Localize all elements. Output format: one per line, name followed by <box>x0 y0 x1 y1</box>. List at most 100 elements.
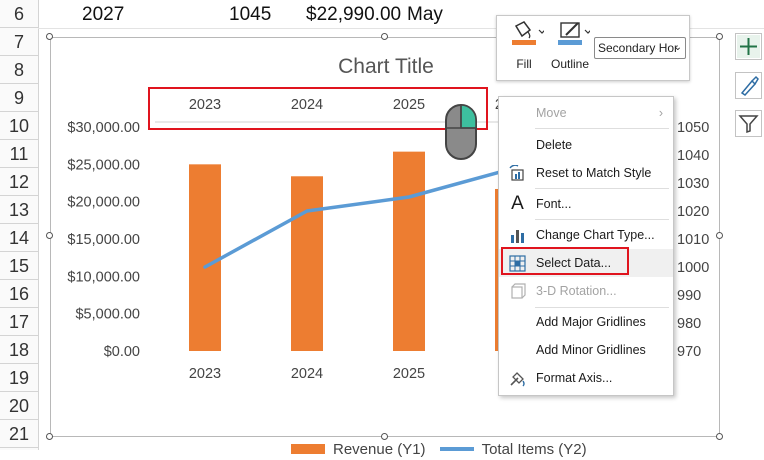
menu-separator <box>535 128 669 129</box>
menu-item-major-gridlines-label: Add Major Gridlines <box>536 315 646 329</box>
menu-item-font[interactable]: A Font... <box>499 190 673 218</box>
menu-item-select-data[interactable]: Select Data... <box>499 249 673 277</box>
legend-revenue-label: Revenue (Y1) <box>333 440 426 458</box>
legend-items-label: Total Items (Y2) <box>481 440 587 458</box>
menu-item-minor-gridlines-label: Add Minor Gridlines <box>536 343 646 357</box>
menu-separator <box>535 188 669 189</box>
y2-tick-label: 1050 <box>677 120 709 136</box>
resize-handle-bottom-right[interactable] <box>716 433 723 440</box>
legend-line-swatch <box>439 447 474 451</box>
row-headers: 6 7 8 9 10 11 12 13 14 15 16 17 18 19 20… <box>0 0 39 450</box>
fill-label: Fill <box>516 57 532 71</box>
y2-tick-label: 1010 <box>677 232 709 248</box>
y1-tick-label: $15,000.00 <box>67 232 140 248</box>
row-header-12[interactable]: 12 <box>0 168 38 196</box>
secondary-axis-tick-label: 2023 <box>189 97 221 113</box>
chart-styles-icon <box>740 75 759 96</box>
row-header-8[interactable]: 8 <box>0 56 38 84</box>
chart-styles-button[interactable] <box>735 72 762 99</box>
row-header-6[interactable]: 6 <box>0 0 38 28</box>
chart-legend[interactable]: Revenue (Y1) Total Items (Y2) <box>291 438 587 460</box>
outline-label: Outline <box>550 57 590 71</box>
menu-item-reset-style-label: Reset to Match Style <box>536 166 652 180</box>
select-data-icon <box>509 255 526 272</box>
menu-item-3d-rotation[interactable]: 3-D Rotation... <box>499 277 673 305</box>
menu-item-3d-rotation-label: 3-D Rotation... <box>536 284 617 298</box>
chart-filters-button[interactable] <box>735 110 762 137</box>
revenue-bar <box>393 151 425 351</box>
resize-handle-top[interactable] <box>381 33 388 40</box>
resize-handle-top-left[interactable] <box>46 33 53 40</box>
chart-elements-icon <box>737 35 760 58</box>
row-header-9[interactable]: 9 <box>0 84 38 112</box>
secondary-axis-tick-label: 2025 <box>393 97 425 113</box>
y1-tick-label: $25,000.00 <box>67 157 140 173</box>
y2-tick-label: 1000 <box>677 260 709 276</box>
total-items-line <box>203 167 513 269</box>
resize-handle-bottom-left[interactable] <box>46 433 53 440</box>
row-header-19[interactable]: 19 <box>0 364 38 392</box>
y2-tick-label: 1040 <box>677 148 709 164</box>
chart-elements-button[interactable] <box>735 33 762 60</box>
row-header-13[interactable]: 13 <box>0 196 38 224</box>
row-header-14[interactable]: 14 <box>0 224 38 252</box>
menu-item-change-chart-type-label: Change Chart Type... <box>536 228 655 242</box>
font-icon: A <box>511 193 524 214</box>
menu-item-minor-gridlines[interactable]: Add Minor Gridlines <box>499 336 673 364</box>
menu-item-move[interactable]: Move › <box>499 99 673 127</box>
row-header-20[interactable]: 20 <box>0 392 38 420</box>
y2-tick-label: 980 <box>677 316 701 332</box>
row-header-16[interactable]: 16 <box>0 280 38 308</box>
menu-item-major-gridlines[interactable]: Add Major Gridlines <box>499 308 673 336</box>
chart-title: Chart Title <box>338 55 434 78</box>
cell-month[interactable]: May <box>407 0 443 30</box>
x-tick-label: 2023 <box>189 366 221 382</box>
mouse-icon <box>445 104 477 160</box>
rotation-icon <box>511 283 526 299</box>
row-header-18[interactable]: 18 <box>0 336 38 364</box>
y1-tick-label: $5,000.00 <box>75 307 140 323</box>
cell-revenue[interactable]: $22,990.00 <box>306 0 401 30</box>
resize-handle-top-right[interactable] <box>716 33 723 40</box>
mini-toolbar: Fill Outline Secondary Hor ⌄ <box>496 15 690 81</box>
menu-item-delete[interactable]: Delete <box>499 131 673 159</box>
revenue-bar <box>189 164 221 351</box>
outline-button[interactable]: Outline <box>547 20 593 78</box>
chart-filters-icon <box>738 115 759 134</box>
y1-tick-label: $30,000.00 <box>67 120 140 136</box>
menu-item-format-axis[interactable]: Format Axis... <box>499 364 673 392</box>
row-header-10[interactable]: 10 <box>0 112 38 140</box>
x-tick-label: 2024 <box>291 366 323 382</box>
row-header-11[interactable]: 11 <box>0 140 38 168</box>
legend-bar-swatch <box>291 444 325 454</box>
y2-tick-label: 970 <box>677 344 701 360</box>
menu-item-delete-label: Delete <box>536 138 573 152</box>
menu-item-reset-style[interactable]: Reset to Match Style <box>499 159 673 187</box>
row-header-7[interactable]: 7 <box>0 28 38 56</box>
y2-tick-label: 990 <box>677 288 701 304</box>
reset-style-icon <box>509 165 524 181</box>
menu-item-format-axis-label: Format Axis... <box>536 371 613 385</box>
chart-element-select[interactable]: Secondary Hor ⌄ <box>594 37 686 59</box>
menu-separator <box>535 219 669 220</box>
context-menu: Move › Delete Reset to Match Style A Fon… <box>498 96 674 396</box>
menu-item-select-data-label: Select Data... <box>536 256 612 270</box>
revenue-bar <box>291 176 323 351</box>
y1-tick-label: $10,000.00 <box>67 269 140 285</box>
x-tick-label: 2025 <box>393 366 425 382</box>
resize-handle-right[interactable] <box>716 232 723 239</box>
row-header-17[interactable]: 17 <box>0 308 38 336</box>
menu-item-move-label: Move <box>536 106 567 120</box>
resize-handle-bottom[interactable] <box>381 433 388 440</box>
row-header-15[interactable]: 15 <box>0 252 38 280</box>
y2-tick-label: 1020 <box>677 204 709 220</box>
menu-item-change-chart-type[interactable]: Change Chart Type... <box>499 221 673 249</box>
row-header-21[interactable]: 21 <box>0 420 38 448</box>
secondary-axis-tick-label: 2024 <box>291 97 323 113</box>
fill-button[interactable]: Fill <box>501 20 547 78</box>
chart-element-select-value: Secondary Hor <box>598 41 679 55</box>
chart-type-icon <box>511 230 524 243</box>
cell-year[interactable]: 2027 <box>82 0 124 30</box>
cell-items[interactable]: 1045 <box>229 0 271 30</box>
resize-handle-left[interactable] <box>46 232 53 239</box>
